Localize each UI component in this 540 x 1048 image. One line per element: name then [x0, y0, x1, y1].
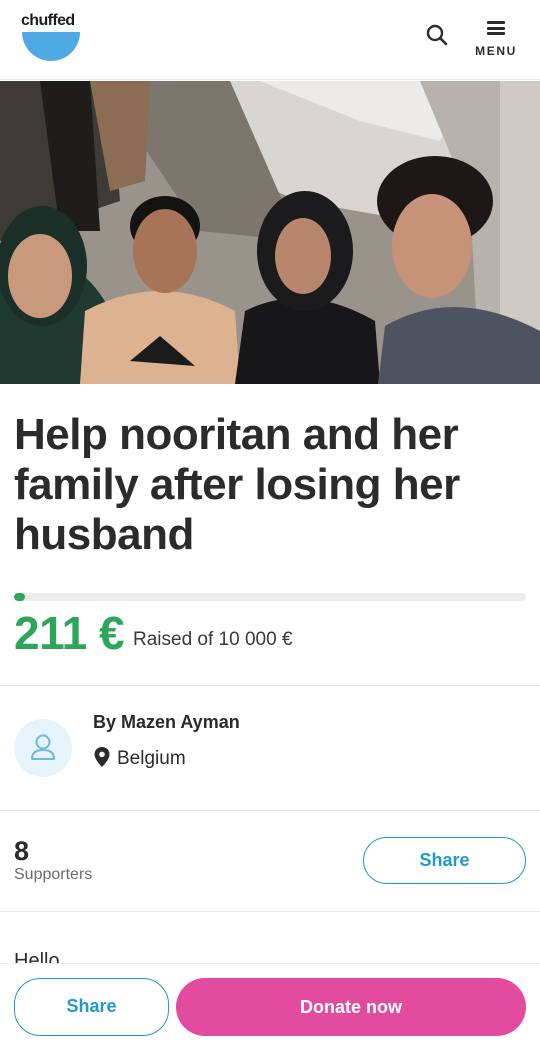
campaign-hero-image	[0, 81, 540, 384]
menu-label: MENU	[475, 44, 517, 58]
organizer-avatar	[14, 719, 72, 777]
logo-bowl-shape	[22, 32, 80, 61]
menu-button[interactable]: MENU	[472, 18, 520, 62]
raised-goal-text: Raised of 10 000 €	[133, 629, 293, 650]
user-icon	[31, 734, 55, 760]
supporters-label: Supporters	[14, 866, 93, 883]
organizer-name: By Mazen Ayman	[93, 712, 240, 732]
hero-photo-illustration	[0, 81, 540, 384]
supporters-count: 8	[14, 836, 30, 866]
bottom-share-button[interactable]: Share	[14, 978, 169, 1036]
campaign-title: Help nooritan and her family after losin…	[14, 410, 460, 559]
chuffed-logo[interactable]: chuffed	[21, 12, 81, 62]
hamburger-menu-icon	[487, 21, 505, 35]
funding-progress-bar	[14, 593, 526, 601]
raised-amount: 211 €	[14, 607, 125, 659]
logo-wordmark: chuffed	[21, 12, 75, 29]
search-button[interactable]	[424, 22, 450, 48]
section-divider	[0, 911, 540, 912]
section-divider	[0, 685, 540, 686]
location-text: Belgium	[117, 748, 186, 769]
section-divider	[0, 810, 540, 811]
search-icon	[426, 24, 448, 46]
top-header: chuffed MENU	[0, 0, 540, 80]
donate-now-button[interactable]: Donate now	[176, 978, 526, 1036]
sticky-action-bar: Share Donate now	[0, 963, 540, 1048]
map-pin-icon	[94, 747, 110, 767]
organizer-location: Belgium	[93, 746, 186, 770]
share-button[interactable]: Share	[363, 837, 526, 884]
funding-progress-fill	[14, 593, 25, 601]
